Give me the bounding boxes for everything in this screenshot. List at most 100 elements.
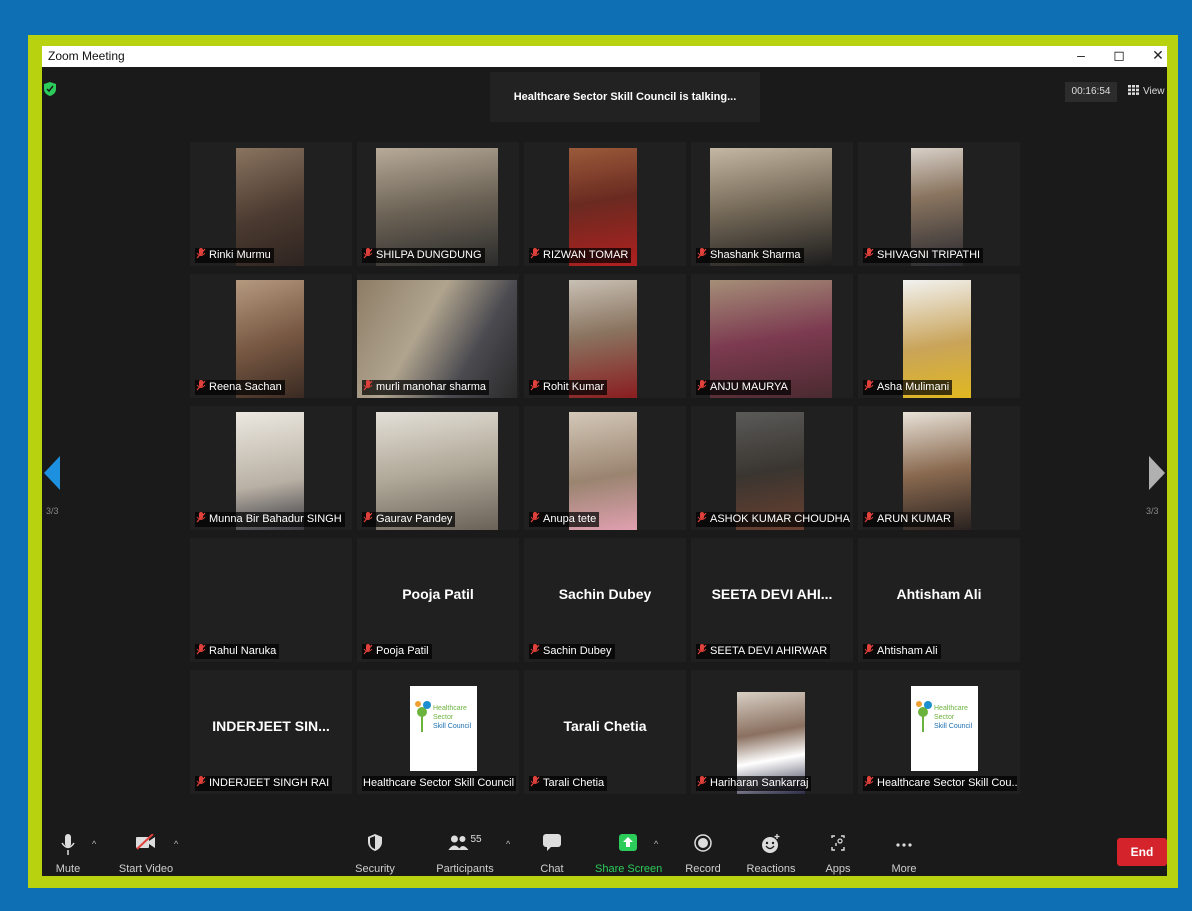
- page-indicator-left: 3/3: [46, 506, 59, 516]
- meeting-timer: 00:16:54: [1065, 82, 1117, 102]
- chat-label: Chat: [540, 863, 564, 875]
- apps-button[interactable]: Apps: [820, 829, 856, 876]
- participant-name: Pooja Patil: [376, 645, 429, 657]
- participant-tile[interactable]: SHIVAGNI TRIPATHI: [858, 142, 1020, 266]
- security-label: Security: [355, 863, 395, 875]
- participant-display-name: Pooja Patil: [402, 586, 474, 602]
- participant-name: Rinki Murmu: [209, 249, 271, 261]
- healthcare-sector-skill-council-logo: Healthcare Sector Skill Council: [911, 686, 978, 771]
- participant-tile[interactable]: Munna Bir Bahadur SINGH: [190, 406, 352, 530]
- muted-mic-icon: [697, 512, 707, 523]
- view-button[interactable]: View: [1128, 82, 1165, 102]
- participant-name: Reena Sachan: [209, 381, 282, 393]
- participant-tile[interactable]: Rahul Naruka: [190, 538, 352, 662]
- participant-display-name: SEETA DEVI AHI...: [711, 586, 833, 602]
- next-page-arrow-icon[interactable]: [1149, 456, 1165, 490]
- participant-tile[interactable]: SHILPA DUNGDUNG: [357, 142, 519, 266]
- start-video-button[interactable]: Start Video: [112, 829, 180, 876]
- participant-tile[interactable]: Sachin Dubey Sachin Dubey: [524, 538, 686, 662]
- participants-label: Participants: [436, 863, 494, 875]
- share-options-caret-icon[interactable]: ^: [654, 839, 658, 849]
- muted-mic-icon: [530, 380, 540, 391]
- security-button[interactable]: Security: [350, 829, 400, 876]
- close-button[interactable]: ✕: [1147, 46, 1167, 67]
- participant-tile[interactable]: SEETA DEVI AHI... SEETA DEVI AHIRWAR: [691, 538, 853, 662]
- record-label: Record: [685, 863, 721, 875]
- chat-bubble-icon: [543, 834, 561, 851]
- participant-tile[interactable]: Ahtisham Ali Ahtisham Ali: [858, 538, 1020, 662]
- muted-mic-icon: [864, 644, 874, 655]
- participant-tile[interactable]: Reena Sachan: [190, 274, 352, 398]
- apps-label: Apps: [825, 863, 851, 875]
- participant-tile[interactable]: Hariharan Sankarraj: [691, 670, 853, 794]
- participants-count: 55: [470, 834, 482, 845]
- participants-icon: [448, 835, 469, 851]
- participant-display-name: INDERJEET SIN...: [212, 718, 330, 734]
- video-camera-off-icon: [136, 834, 155, 850]
- participant-tile[interactable]: ARUN KUMAR: [858, 406, 1020, 530]
- participant-tile[interactable]: Asha Mulimani: [858, 274, 1020, 398]
- participant-tile[interactable]: Tarali Chetia Tarali Chetia: [524, 670, 686, 794]
- participants-button[interactable]: 55 Participants: [432, 829, 498, 876]
- participant-tile[interactable]: ANJU MAURYA: [691, 274, 853, 398]
- muted-mic-icon: [864, 512, 874, 523]
- participant-tile[interactable]: Shashank Sharma: [691, 142, 853, 266]
- participant-tile[interactable]: Rinki Murmu: [190, 142, 352, 266]
- share-screen-button[interactable]: Share Screen: [595, 829, 662, 876]
- participant-tile[interactable]: Pooja Patil Pooja Patil: [357, 538, 519, 662]
- reactions-button[interactable]: Reactions: [742, 829, 800, 876]
- participant-display-name: Sachin Dubey: [558, 586, 652, 602]
- participant-tile[interactable]: Gaurav Pandey: [357, 406, 519, 530]
- participant-name: Rohit Kumar: [543, 381, 605, 393]
- active-speaker-banner: Healthcare Sector Skill Council is talki…: [490, 72, 760, 122]
- end-meeting-button[interactable]: End: [1117, 838, 1167, 866]
- encryption-shield-icon[interactable]: [44, 82, 56, 96]
- previous-page-arrow-icon[interactable]: [44, 456, 60, 490]
- more-button[interactable]: More: [884, 829, 924, 876]
- participant-tile[interactable]: Healthcare Sector Skill Council Healthca…: [858, 670, 1020, 794]
- muted-mic-icon: [530, 644, 540, 655]
- reactions-label: Reactions: [746, 863, 796, 875]
- page-indicator-right: 3/3: [1146, 506, 1159, 516]
- video-options-caret-icon[interactable]: ^: [174, 839, 178, 849]
- muted-mic-icon: [363, 248, 373, 259]
- muted-mic-icon: [196, 776, 206, 787]
- muted-mic-icon: [864, 776, 874, 787]
- maximize-button[interactable]: ◻: [1108, 46, 1130, 67]
- healthcare-sector-skill-council-logo: Healthcare Sector Skill Council: [410, 686, 477, 771]
- mute-button[interactable]: Mute: [46, 829, 90, 876]
- participant-name: RIZWAN TOMAR: [543, 249, 629, 261]
- muted-mic-icon: [864, 248, 874, 259]
- zoom-window: Zoom Meeting – ◻ ✕ Healthcare Sector Ski…: [42, 46, 1167, 876]
- participant-tile[interactable]: Rohit Kumar: [524, 274, 686, 398]
- participant-name: Asha Mulimani: [877, 381, 950, 393]
- muted-mic-icon: [697, 776, 707, 787]
- participant-name: Anupa tete: [543, 513, 597, 525]
- muted-mic-icon: [196, 644, 206, 655]
- participant-tile[interactable]: Anupa tete: [524, 406, 686, 530]
- muted-mic-icon: [363, 644, 373, 655]
- logo-line-2: Sector: [433, 714, 454, 721]
- participant-name: Healthcare Sector Skill Cou...: [877, 777, 1017, 789]
- minimize-button[interactable]: –: [1070, 46, 1092, 67]
- participant-name: murli manohar sharma: [376, 381, 487, 393]
- record-button[interactable]: Record: [680, 829, 726, 876]
- participant-tile[interactable]: ASHOK KUMAR CHOUDHA...: [691, 406, 853, 530]
- participants-options-caret-icon[interactable]: ^: [506, 839, 510, 849]
- more-label: More: [891, 863, 917, 875]
- participant-tile[interactable]: Healthcare Sector Skill Council Healthca…: [357, 670, 519, 794]
- participant-tile[interactable]: murli manohar sharma: [357, 274, 519, 398]
- participant-name: Hariharan Sankarraj: [710, 777, 809, 789]
- view-label: View: [1143, 86, 1165, 97]
- participant-name: ARUN KUMAR: [877, 513, 951, 525]
- participant-name: Ahtisham Ali: [877, 645, 938, 657]
- logo-line-3: Skill Council: [433, 723, 472, 730]
- participant-display-name: Ahtisham Ali: [896, 586, 982, 602]
- participant-tile[interactable]: INDERJEET SIN... INDERJEET SINGH RAI: [190, 670, 352, 794]
- record-icon: [694, 834, 712, 852]
- chat-button[interactable]: Chat: [532, 829, 572, 876]
- audio-options-caret-icon[interactable]: ^: [92, 839, 96, 849]
- participant-tile[interactable]: RIZWAN TOMAR: [524, 142, 686, 266]
- muted-mic-icon: [864, 380, 874, 391]
- muted-mic-icon: [697, 380, 707, 391]
